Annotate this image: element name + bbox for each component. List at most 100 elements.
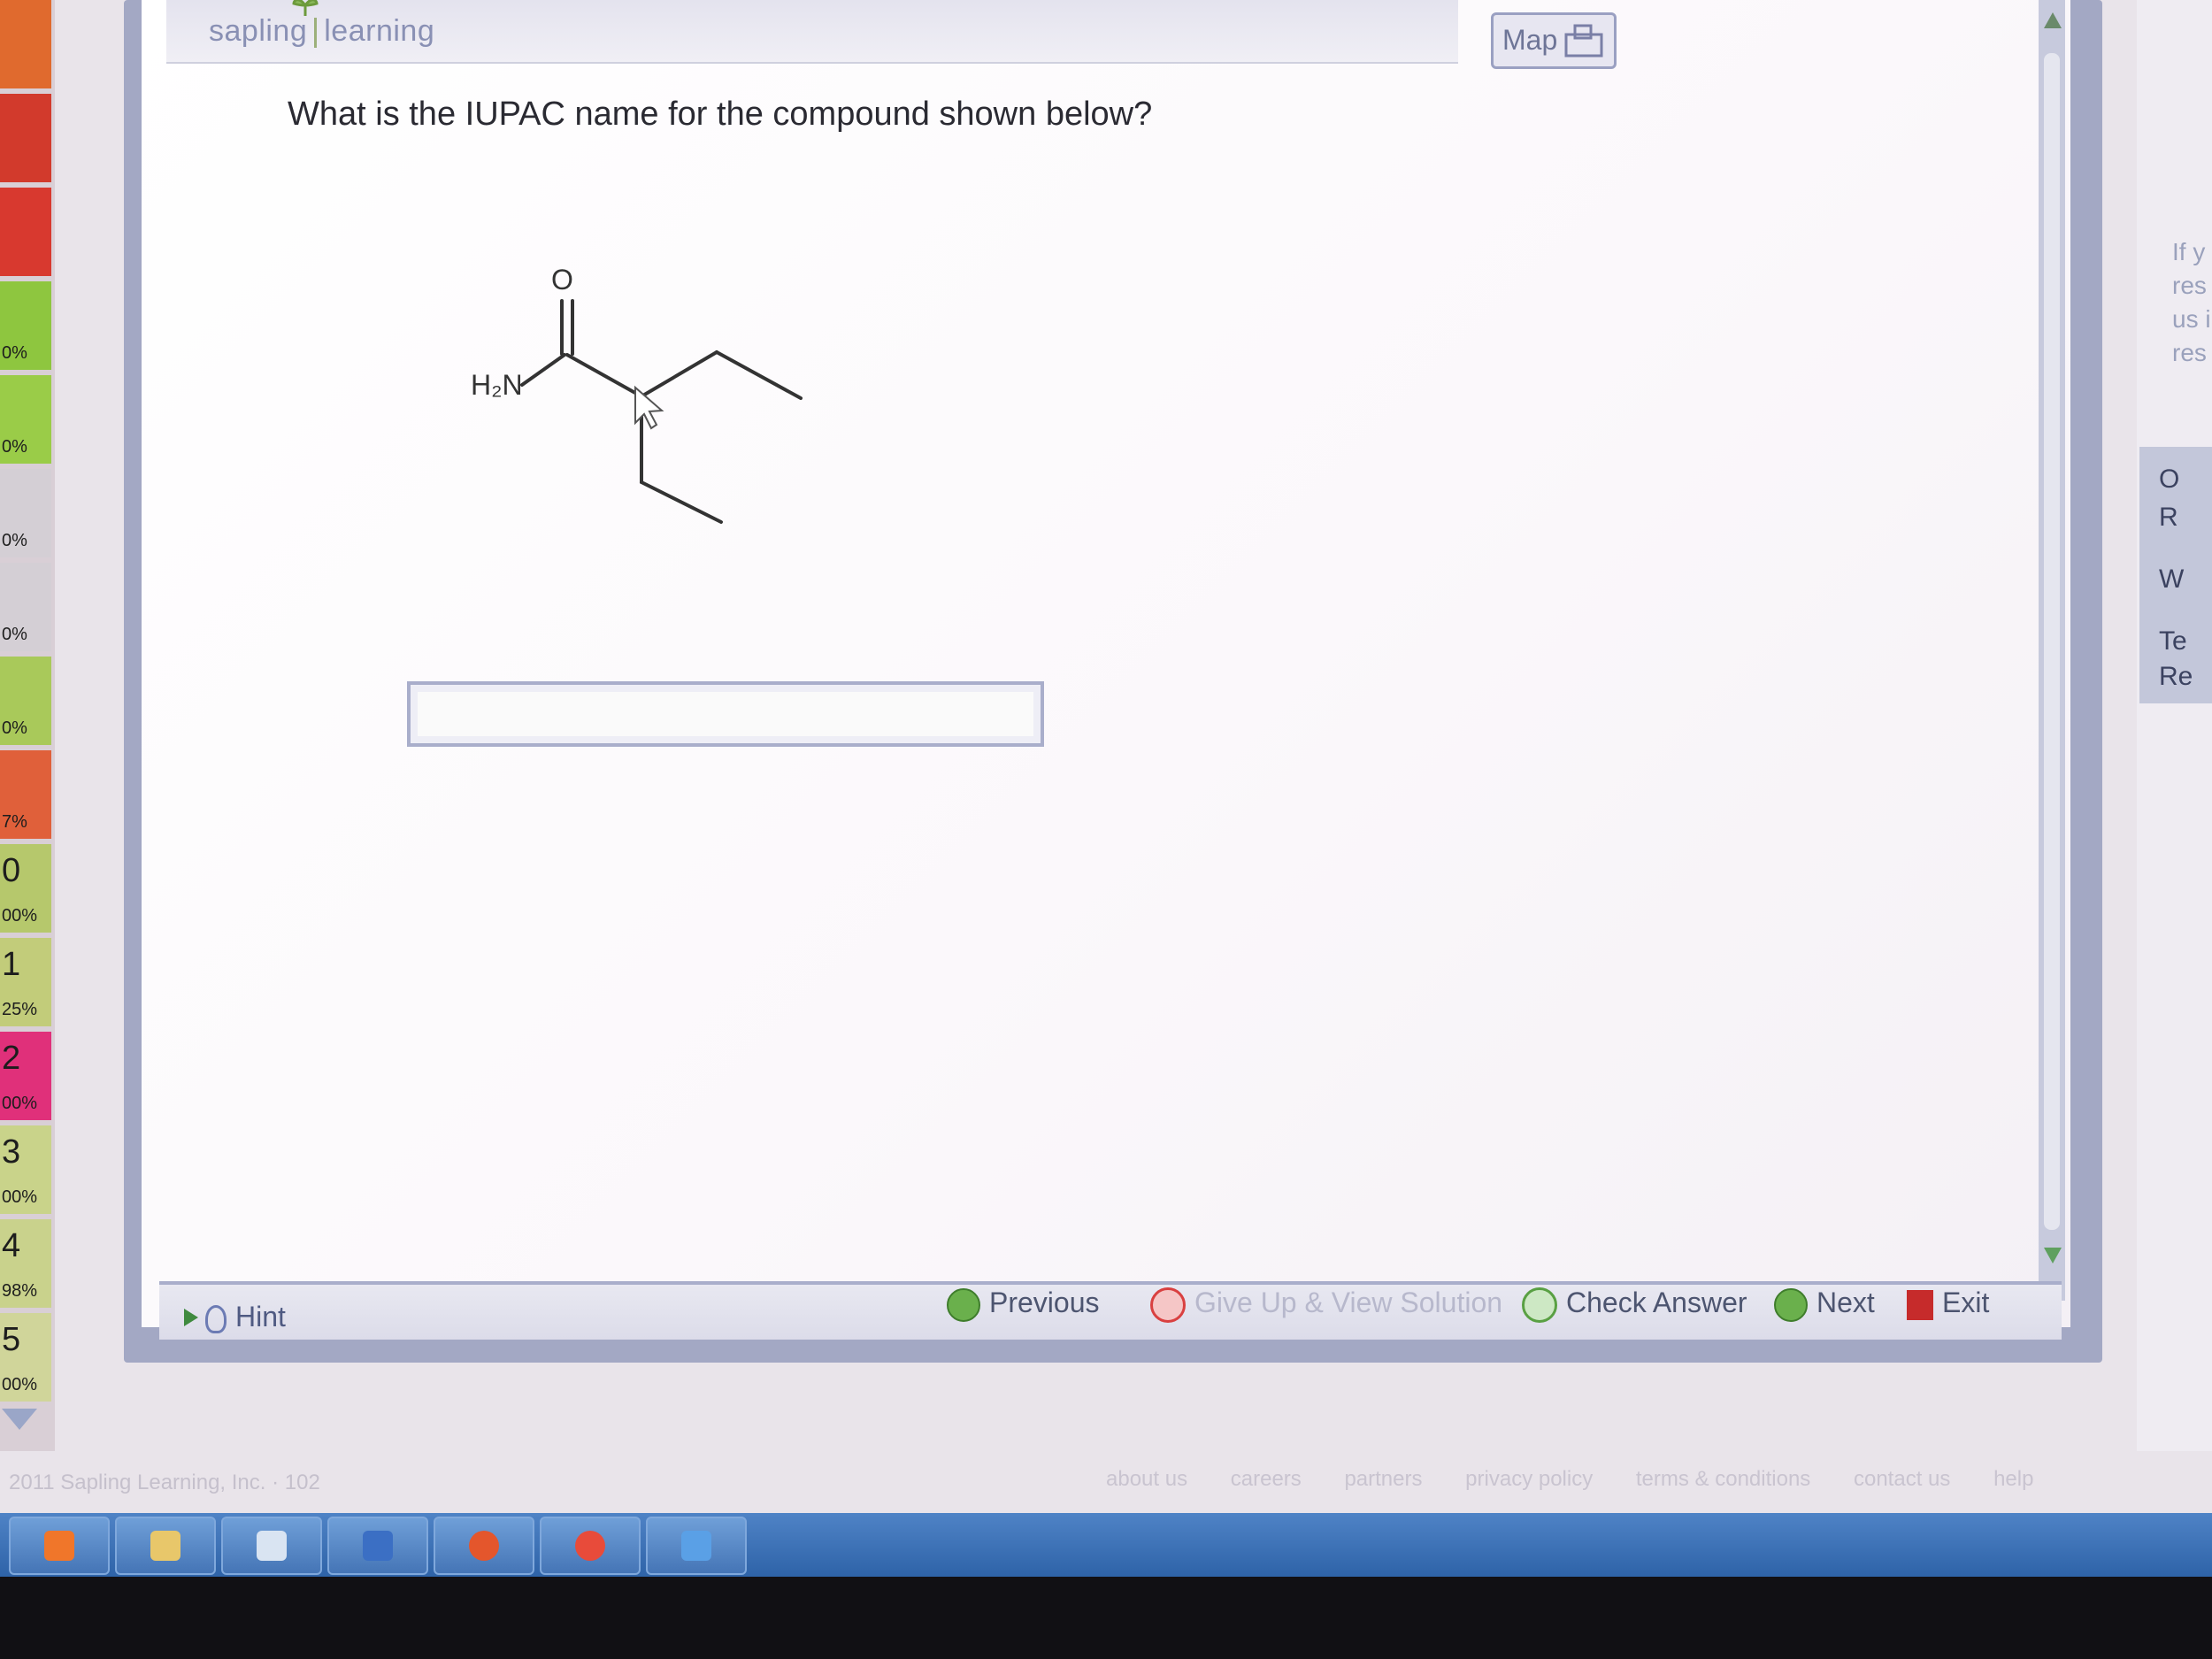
footer-link-terms[interactable]: terms & conditions — [1636, 1467, 1810, 1491]
amine-label: H₂N — [471, 369, 523, 401]
chrome-icon — [575, 1531, 605, 1561]
orange-app-icon — [44, 1531, 74, 1561]
scrollbar-thumb[interactable] — [2044, 53, 2060, 1230]
bond-ethyl-2b — [640, 480, 723, 524]
taskbar-button[interactable] — [115, 1517, 216, 1575]
taskbar-button[interactable] — [9, 1517, 110, 1575]
footer-link-about[interactable]: about us — [1106, 1467, 1187, 1491]
give-up-icon — [1150, 1286, 1186, 1323]
previous-button[interactable]: Previous — [947, 1286, 1100, 1322]
footer-link-careers[interactable]: careers — [1231, 1467, 1302, 1491]
give-up-button[interactable]: Give Up & View Solution — [1150, 1286, 1502, 1323]
page-footer: 2011 Sapling Learning, Inc. · 102 about … — [0, 1451, 2212, 1513]
molecule-structure: O H₂N — [471, 264, 803, 524]
side-text-line: If y — [2172, 238, 2206, 265]
score-tile[interactable]: 4 98% — [0, 1219, 51, 1308]
exit-icon — [1907, 1289, 1933, 1320]
side-nav-item[interactable]: Te — [2159, 626, 2187, 657]
header-bar: sapling learning — [166, 0, 1458, 64]
score-tile-percent: 00% — [2, 1375, 38, 1394]
score-tile-percent: 25% — [2, 1000, 38, 1019]
side-nav-item[interactable]: W — [2159, 565, 2184, 595]
logo-text-sapling: sapling — [209, 14, 308, 48]
next-label: Next — [1816, 1286, 1875, 1318]
os-taskbar — [0, 1513, 2212, 1577]
logo-text-learning: learning — [324, 14, 435, 48]
score-tile[interactable]: 0% — [0, 657, 51, 745]
score-tile-percent: 0% — [2, 625, 27, 644]
give-up-label: Give Up & View Solution — [1194, 1286, 1503, 1318]
logo-separator — [314, 18, 318, 49]
bond-ethyl-1a — [640, 350, 718, 398]
firefox-icon — [469, 1531, 499, 1561]
hint-button[interactable]: Hint — [184, 1301, 286, 1333]
ie-icon — [681, 1531, 711, 1561]
score-tile[interactable]: 0% — [0, 469, 51, 557]
exit-button[interactable]: Exit — [1907, 1286, 1989, 1320]
side-nav-item[interactable]: O — [2159, 465, 2179, 495]
map-label: Map — [1502, 24, 1558, 56]
hint-label: Hint — [235, 1301, 286, 1333]
footer-link-contact[interactable]: contact us — [1854, 1467, 1950, 1491]
score-tile-percent: 00% — [2, 1094, 38, 1113]
score-tile-number: 2 — [2, 1040, 21, 1077]
side-nav-item[interactable]: R — [2159, 503, 2178, 533]
taskbar-button[interactable] — [221, 1517, 322, 1575]
paint-icon — [257, 1531, 287, 1561]
score-tile[interactable]: 2 00% — [0, 1032, 51, 1120]
taskbar-button[interactable] — [434, 1517, 534, 1575]
score-tile[interactable]: 1 25% — [0, 938, 51, 1026]
score-tile[interactable] — [0, 188, 51, 276]
footer-link-privacy[interactable]: privacy policy — [1465, 1467, 1593, 1491]
footer-link-partners[interactable]: partners — [1344, 1467, 1422, 1491]
taskbar-button[interactable] — [327, 1517, 428, 1575]
side-panel-text: If y res us i res — [2172, 235, 2211, 370]
footer-link-help[interactable]: help — [1993, 1467, 2033, 1491]
score-tile-number: 5 — [2, 1321, 21, 1358]
score-tile[interactable] — [0, 94, 51, 182]
taskbar-button[interactable] — [540, 1517, 641, 1575]
score-tile[interactable]: 0% — [0, 563, 51, 651]
oxygen-label: O — [551, 264, 573, 296]
score-tile-percent: 0% — [2, 343, 27, 363]
map-icon — [1564, 24, 1603, 58]
score-tile[interactable]: 0% — [0, 375, 51, 464]
score-tile-number: 4 — [2, 1227, 21, 1264]
sapling-logo[interactable]: sapling learning — [209, 14, 434, 49]
map-button[interactable]: Map — [1491, 12, 1617, 69]
side-text-line[interactable]: res — [2172, 336, 2211, 370]
side-text-line: res — [2172, 272, 2207, 299]
score-tile-percent: 00% — [2, 1187, 38, 1207]
side-nav-item[interactable]: Re — [2159, 662, 2193, 692]
checkmark-icon — [1522, 1286, 1557, 1323]
score-tile[interactable]: 5 00% — [0, 1313, 51, 1402]
score-tile[interactable] — [0, 0, 51, 88]
score-tile[interactable]: 3 00% — [0, 1125, 51, 1214]
scroll-up-icon[interactable] — [2044, 12, 2062, 28]
scroll-down-icon[interactable] — [2044, 1248, 2062, 1263]
question-panel: sapling learning Map What is the IUPAC na… — [142, 0, 2070, 1340]
check-answer-button[interactable]: Check Answer — [1522, 1286, 1747, 1323]
footer-links: about us careers partners privacy policy… — [1106, 1467, 2070, 1492]
score-tile-percent: 0% — [2, 437, 27, 457]
previous-label: Previous — [989, 1286, 1100, 1318]
previous-arrow-icon — [947, 1287, 980, 1322]
lightbulb-icon — [205, 1304, 227, 1333]
bond-c-ch — [565, 353, 643, 398]
score-tile-percent: 00% — [2, 906, 38, 926]
next-button[interactable]: Next — [1774, 1286, 1875, 1322]
answer-input[interactable] — [407, 681, 1044, 747]
side-panel — [2137, 0, 2212, 1451]
score-tile-percent: 0% — [2, 718, 27, 738]
word-icon — [363, 1531, 393, 1561]
score-strip: 0% 0% 0% 0% 0% 7% 0 00% 1 25% 2 00% 3 00% 4 98% 5 00% — [0, 0, 55, 1451]
score-tile[interactable]: 0% — [0, 281, 51, 370]
score-tile[interactable]: 0 00% — [0, 844, 51, 933]
taskbar-button[interactable] — [646, 1517, 747, 1575]
copyright-text: 2011 Sapling Learning, Inc. · 102 — [9, 1471, 320, 1494]
action-bar: Hint Previous Give Up & View Solution Ch… — [159, 1281, 2062, 1340]
bond-ethyl-1b — [715, 350, 803, 400]
strip-scroll-down-icon[interactable] — [2, 1409, 37, 1430]
score-tile[interactable]: 7% — [0, 750, 51, 839]
monitor-bezel — [0, 1577, 2212, 1659]
